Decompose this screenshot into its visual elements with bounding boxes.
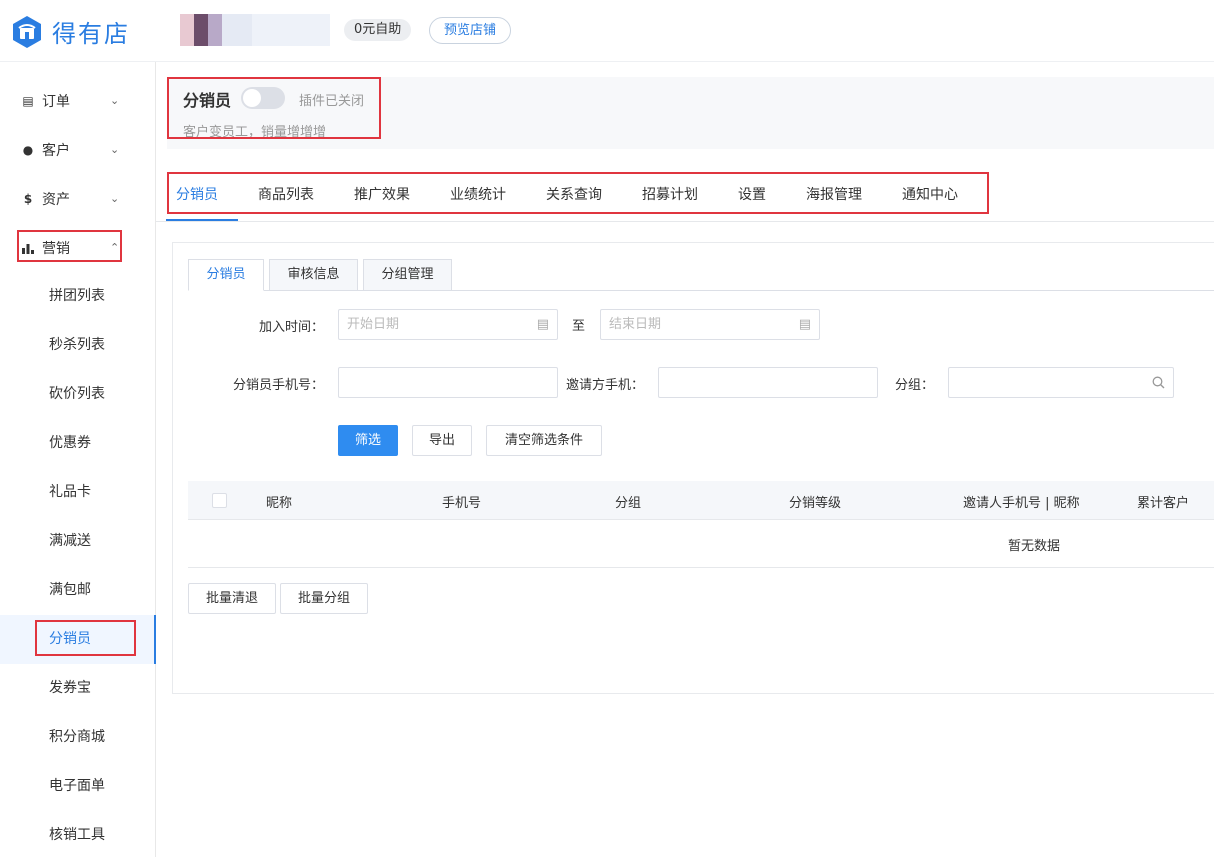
tab-recruit-plan[interactable]: 招募计划 bbox=[642, 184, 698, 204]
tab-promotion-effect[interactable]: 推广效果 bbox=[354, 184, 410, 204]
sidebar-item-label: 营销 bbox=[42, 240, 70, 257]
tab-relation-query[interactable]: 关系查询 bbox=[546, 184, 602, 204]
group-select[interactable] bbox=[948, 367, 1174, 398]
sidebar-item-coupon-treasure[interactable]: 发券宝 bbox=[0, 664, 156, 713]
sidebar-item-label: 客户 bbox=[42, 142, 70, 159]
chevron-down-icon: ⌄ bbox=[110, 192, 120, 205]
inviter-phone-input[interactable] bbox=[658, 367, 878, 398]
sidebar-item-label: 订单 bbox=[42, 93, 70, 110]
sidebar-item-distributor[interactable]: 分销员 bbox=[0, 615, 156, 664]
batch-remove-button[interactable]: 批量清退 bbox=[188, 583, 276, 614]
empty-text: 暂无数据 bbox=[1008, 539, 1061, 554]
tab-performance-stats[interactable]: 业绩统计 bbox=[450, 184, 506, 204]
subtab-review-info[interactable]: 审核信息 bbox=[269, 259, 358, 291]
logo[interactable]: 得有店 bbox=[12, 14, 130, 49]
tab-notification-center[interactable]: 通知中心 bbox=[902, 184, 958, 204]
filter-button[interactable]: 筛选 bbox=[338, 425, 398, 456]
tab-product-list[interactable]: 商品列表 bbox=[258, 184, 314, 204]
preview-store-button[interactable]: 预览店铺 bbox=[429, 17, 512, 44]
plugin-status-bar: 分销员 插件已关闭 客户变员工，销量增增增 bbox=[167, 77, 1214, 149]
dollar-icon: $ bbox=[23, 191, 33, 206]
column-header-group: 分组 bbox=[615, 496, 642, 511]
sidebar-item-flash-sale[interactable]: 秒杀列表 bbox=[0, 321, 156, 370]
tab-distributor[interactable]: 分销员 bbox=[176, 184, 218, 204]
customers-icon: ● bbox=[22, 142, 34, 157]
table-header: 昵称 手机号 分组 分销等级 邀请人手机号 | 昵称 累计客户 bbox=[188, 481, 1214, 520]
main-tabs: 分销员 商品列表 推广效果 业绩统计 关系查询 招募计划 设置 海报管理 通知中… bbox=[156, 172, 1214, 222]
sidebar-item-coupons[interactable]: 优惠券 bbox=[0, 419, 156, 468]
toggle-knob bbox=[243, 89, 261, 107]
chevron-up-icon: ⌃ bbox=[110, 241, 120, 254]
sidebar-item-group-buy[interactable]: 拼团列表 bbox=[0, 272, 156, 321]
column-header-phone: 手机号 bbox=[442, 496, 482, 511]
sidebar-item-assets[interactable]: $ 资产 ⌄ bbox=[0, 174, 156, 223]
plugin-description: 客户变员工，销量增增增 bbox=[183, 125, 327, 140]
top-bar: 得有店 0元自助 预览店铺 bbox=[0, 0, 1214, 62]
inviter-phone-label: 邀请方手机： bbox=[565, 378, 644, 393]
sub-tabs: 分销员 审核信息 分组管理 bbox=[188, 259, 1214, 291]
active-tab-underline bbox=[166, 219, 238, 221]
sidebar-item-marketing[interactable]: 营销 ⌃ bbox=[0, 223, 156, 272]
end-date-placeholder: 结束日期 bbox=[609, 317, 662, 332]
sidebar-item-e-waybill[interactable]: 电子面单 bbox=[0, 762, 156, 811]
sidebar-item-points-mall[interactable]: 积分商城 bbox=[0, 713, 156, 762]
batch-group-button[interactable]: 批量分组 bbox=[280, 583, 368, 614]
shop-name-blurred bbox=[180, 14, 330, 46]
sidebar-item-verify-tool[interactable]: 核销工具 bbox=[0, 811, 156, 857]
end-date-input[interactable]: 结束日期 ▤ bbox=[600, 309, 820, 340]
bar-chart-icon bbox=[22, 243, 34, 254]
to-label: 至 bbox=[572, 319, 586, 334]
logo-text: 得有店 bbox=[52, 20, 130, 48]
table-empty-row: 暂无数据 bbox=[188, 520, 1214, 568]
sidebar-item-customers[interactable]: ● 客户 ⌄ bbox=[0, 125, 156, 174]
distributor-phone-input[interactable] bbox=[338, 367, 558, 398]
plugin-toggle[interactable] bbox=[241, 87, 285, 109]
store-logo-icon bbox=[13, 15, 41, 48]
sidebar-item-free-shipping[interactable]: 满包邮 bbox=[0, 566, 156, 615]
plugin-status-text: 插件已关闭 bbox=[299, 94, 365, 109]
search-icon bbox=[1152, 376, 1165, 389]
column-header-total-customers: 累计客户 bbox=[1137, 496, 1190, 511]
calendar-icon: ▤ bbox=[536, 317, 549, 332]
sidebar-item-bargain[interactable]: 砍价列表 bbox=[0, 370, 156, 419]
group-label: 分组： bbox=[894, 378, 934, 393]
column-header-level: 分销等级 bbox=[789, 496, 842, 511]
column-header-inviter: 邀请人手机号 | 昵称 bbox=[963, 496, 1080, 511]
select-all-checkbox[interactable] bbox=[212, 493, 227, 508]
clear-filters-button[interactable]: 清空筛选条件 bbox=[486, 425, 602, 456]
tab-settings[interactable]: 设置 bbox=[738, 184, 766, 204]
column-header-nickname: 昵称 bbox=[266, 496, 293, 511]
list-icon: ▤ bbox=[22, 93, 34, 108]
start-date-placeholder: 开始日期 bbox=[347, 317, 400, 332]
start-date-input[interactable]: 开始日期 ▤ bbox=[338, 309, 558, 340]
tab-poster-management[interactable]: 海报管理 bbox=[806, 184, 862, 204]
plugin-title: 分销员 bbox=[183, 91, 232, 110]
sidebar-item-label: 资产 bbox=[42, 191, 70, 208]
chevron-down-icon: ⌄ bbox=[110, 94, 120, 107]
chevron-down-icon: ⌄ bbox=[110, 143, 120, 156]
calendar-icon: ▤ bbox=[798, 317, 811, 332]
sidebar: ▤ 订单 ⌄ ● 客户 ⌄ $ 资产 ⌄ 营销 ⌃ 拼团列表 秒杀列表 砍价列表… bbox=[0, 62, 156, 857]
sidebar-item-gift-card[interactable]: 礼品卡 bbox=[0, 468, 156, 517]
subtab-distributor[interactable]: 分销员 bbox=[188, 259, 264, 291]
subtab-group-management[interactable]: 分组管理 bbox=[363, 259, 452, 291]
distributor-phone-label: 分销员手机号： bbox=[232, 378, 324, 393]
plan-badge: 0元自助 bbox=[344, 19, 412, 41]
sidebar-item-full-reduction[interactable]: 满减送 bbox=[0, 517, 156, 566]
sidebar-item-orders[interactable]: ▤ 订单 ⌄ bbox=[0, 76, 156, 125]
join-time-label: 加入时间： bbox=[258, 320, 324, 335]
export-button[interactable]: 导出 bbox=[412, 425, 472, 456]
